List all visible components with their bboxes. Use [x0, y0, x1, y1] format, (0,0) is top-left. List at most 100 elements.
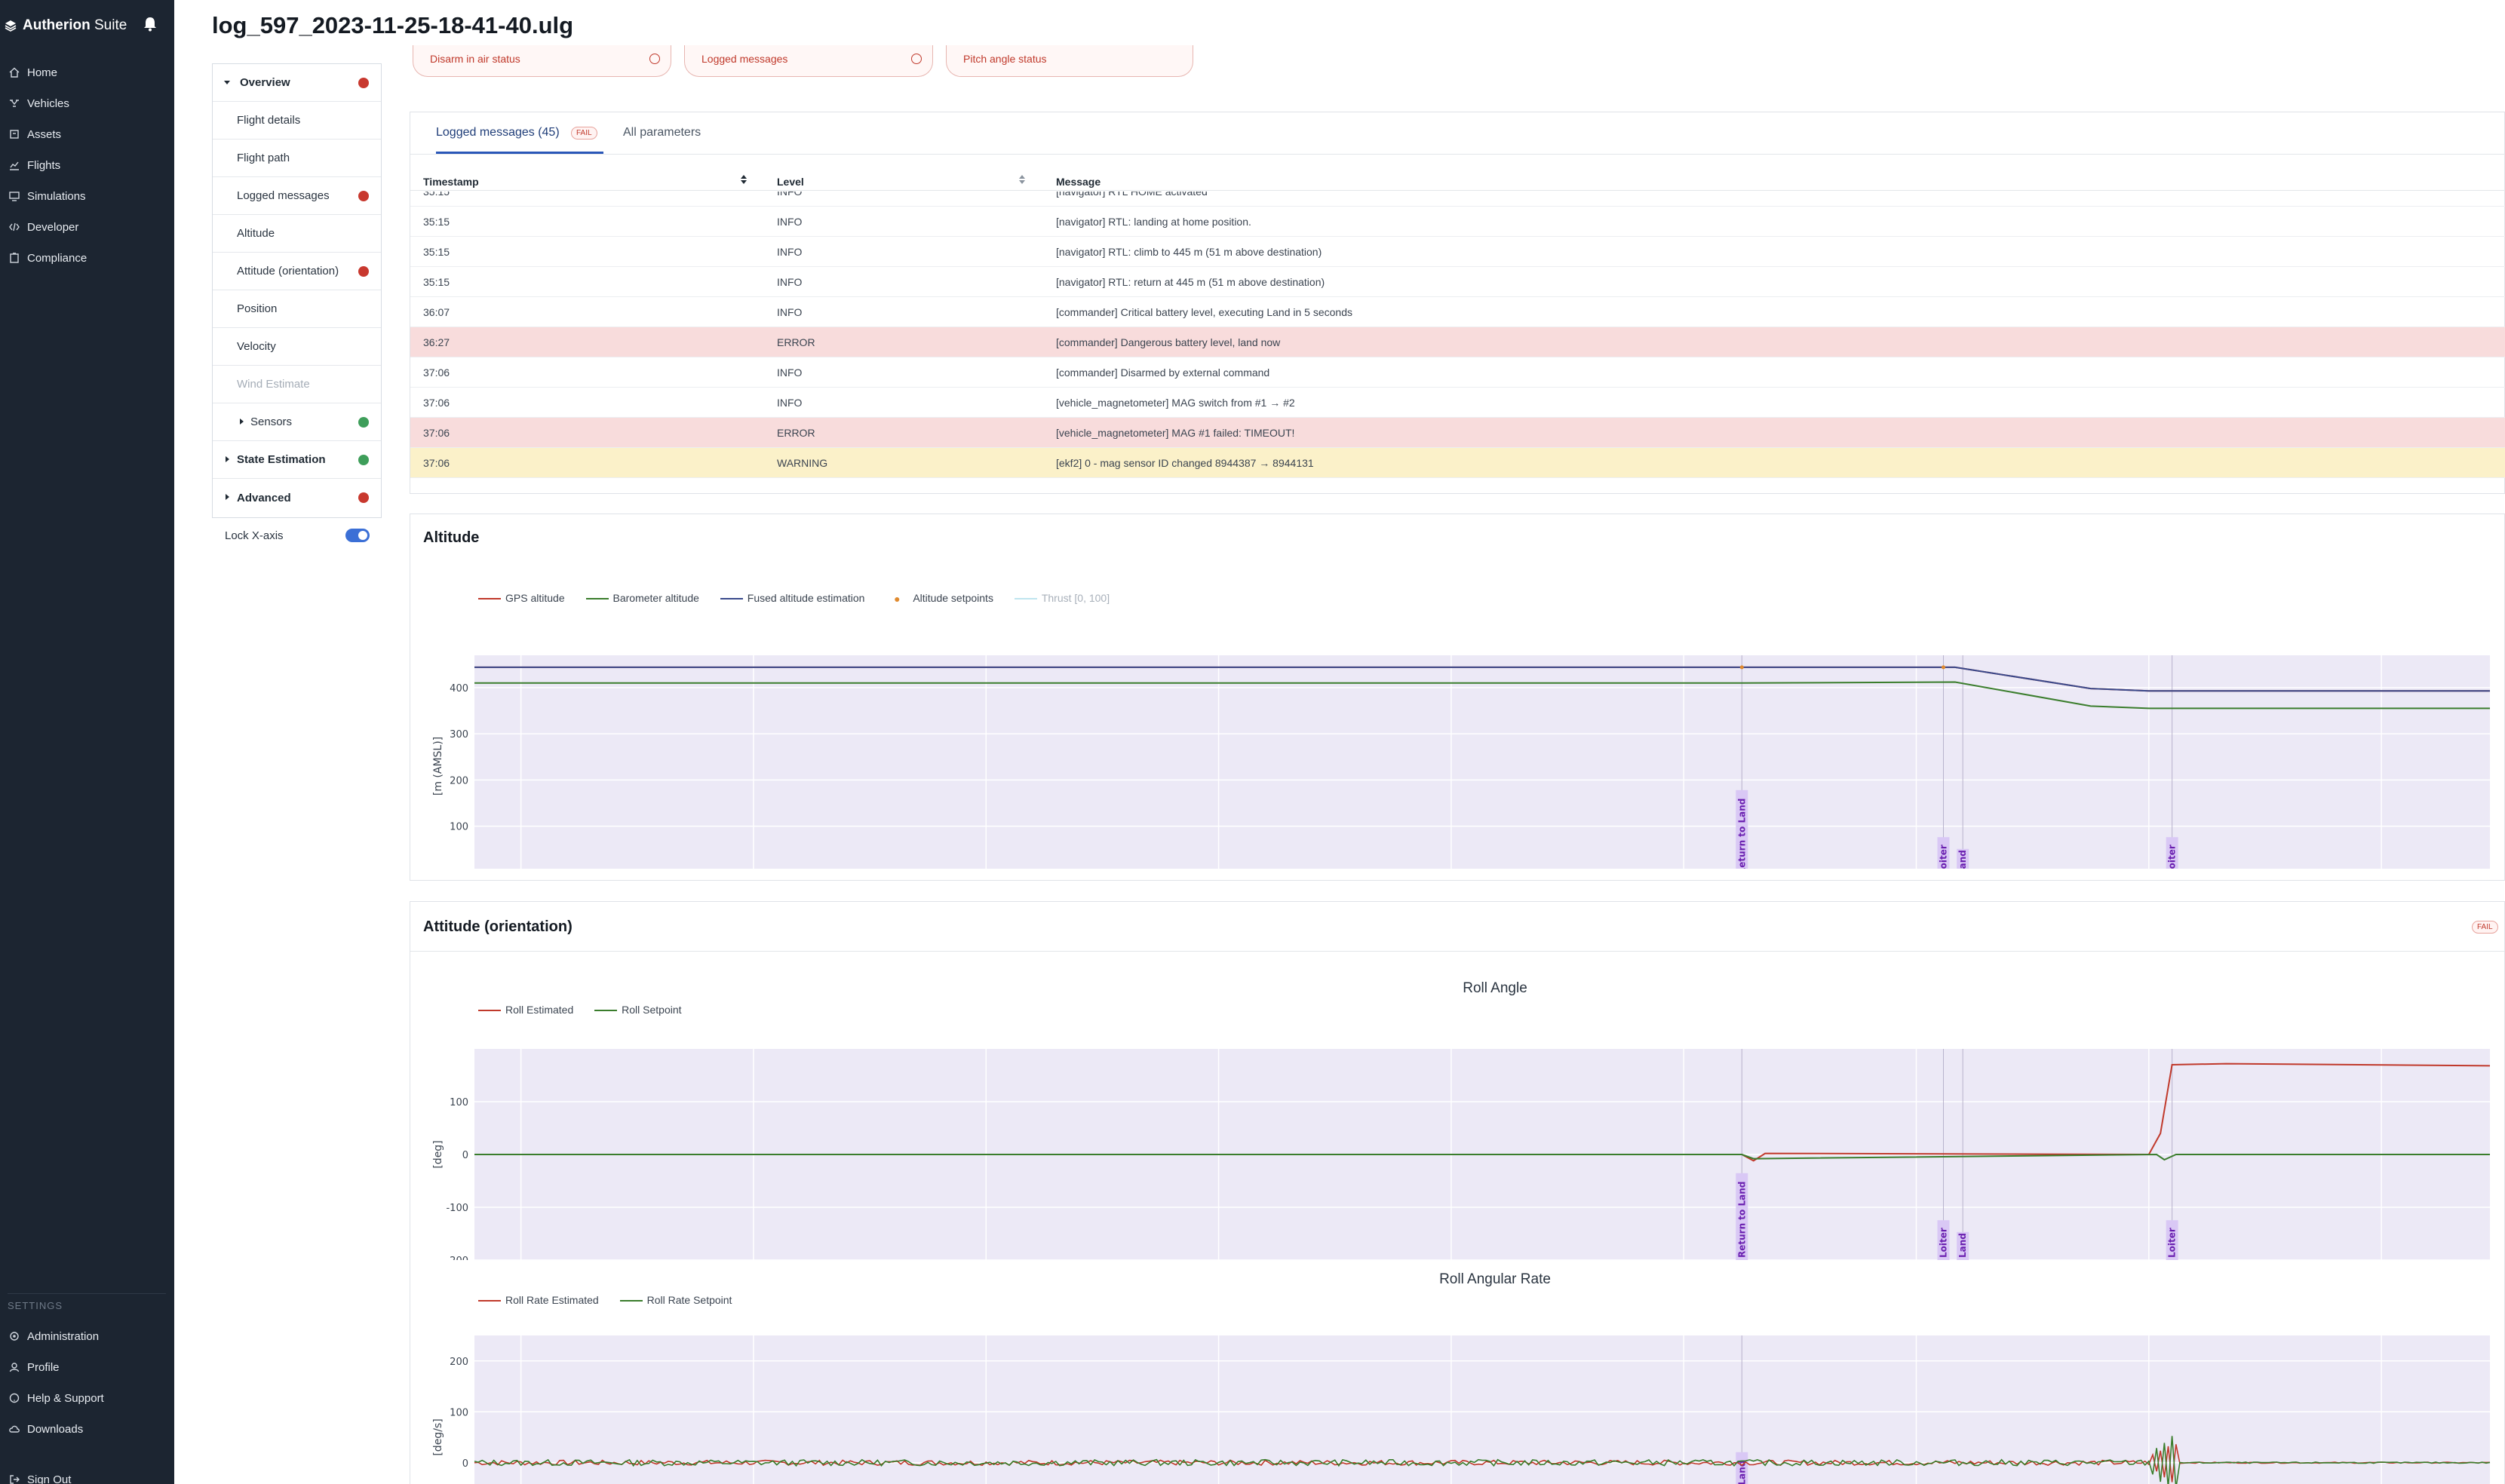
- table-row[interactable]: 35:15 INFO [navigator] RTL HOME activated: [410, 192, 2505, 207]
- cell-level: INFO: [777, 246, 803, 258]
- section-position[interactable]: Position: [213, 290, 381, 328]
- y-tick-label: 300: [450, 729, 468, 740]
- fail-badge: FAIL: [571, 127, 597, 140]
- lock-x-axis-toggle[interactable]: [345, 529, 370, 542]
- nav-assets[interactable]: Assets: [0, 119, 174, 149]
- nav-help[interactable]: Help & Support: [0, 1383, 174, 1413]
- fail-badge: FAIL: [2472, 921, 2498, 934]
- status-chip-pitch[interactable]: Pitch angle status: [946, 45, 1193, 77]
- nav-label: Help & Support: [27, 1391, 104, 1405]
- nav-vehicles[interactable]: Vehicles: [0, 88, 174, 118]
- table-row-error[interactable]: 37:06 ERROR [vehicle_magnetometer] MAG #1 …: [410, 418, 2505, 448]
- section-state-estimation[interactable]: State Estimation: [213, 441, 381, 479]
- cell-message: [ekf2] 0 - mag sensor ID changed 8944387…: [1056, 457, 1314, 469]
- cell-timestamp: 37:06: [423, 366, 450, 379]
- column-header-message[interactable]: Message: [1056, 176, 1101, 188]
- nav-label: Home: [27, 66, 58, 79]
- main-sidebar: Autherion Suite Home Vehicles Assets Fli…: [0, 0, 174, 1484]
- attitude-card: Attitude (orientation) FAIL Roll Angle R…: [410, 901, 2505, 1484]
- section-logged-messages[interactable]: Logged messages: [213, 177, 381, 215]
- nav-downloads[interactable]: Downloads: [0, 1414, 174, 1444]
- nav-simulations[interactable]: Simulations: [0, 181, 174, 211]
- section-label: Logged messages: [237, 189, 330, 202]
- box-icon: [10, 130, 19, 139]
- table-row[interactable]: 36:07 INFO [commander] Critical battery le…: [410, 297, 2505, 327]
- nav-administration[interactable]: Administration: [0, 1321, 174, 1351]
- card-title: Attitude (orientation): [423, 918, 573, 935]
- nav-flights[interactable]: Flights: [0, 150, 174, 180]
- page-title: log_597_2023-11-25-18-41-40.ulg: [212, 12, 574, 38]
- roll-rate-chart[interactable]: 30:0031:0032:0033:0034:0035:0036:0037:00…: [410, 1302, 2504, 1484]
- section-flight-path[interactable]: Flight path: [213, 140, 381, 177]
- roll-angle-chart[interactable]: 30:0031:0032:0033:0034:0035:0036:0037:00…: [410, 1011, 2504, 1260]
- cell-message: [commander] Dangerous battery level, lan…: [1056, 336, 1281, 348]
- nav-label: Flights: [27, 158, 61, 172]
- section-altitude[interactable]: Altitude: [213, 215, 381, 253]
- cell-timestamp: 37:06: [423, 397, 450, 409]
- y-tick-label: 100: [450, 1407, 468, 1418]
- section-attitude[interactable]: Attitude (orientation): [213, 253, 381, 290]
- table-row[interactable]: 37:06 INFO [vehicle_magnetometer] MAG swit…: [410, 388, 2505, 418]
- setpoint-point: [1739, 665, 1744, 670]
- chevron-right-icon: [226, 456, 229, 462]
- column-header-timestamp[interactable]: Timestamp: [423, 176, 479, 188]
- status-dot: [358, 191, 369, 201]
- section-label: Overview: [240, 76, 290, 89]
- sort-icon[interactable]: [1018, 174, 1026, 185]
- drone-icon: [10, 100, 19, 107]
- table-row-error[interactable]: 36:27 ERROR [commander] Dangerous battery …: [410, 327, 2505, 357]
- section-sensors[interactable]: Sensors: [213, 403, 381, 441]
- section-overview[interactable]: Overview: [213, 64, 381, 102]
- annotation-label: Loiter: [2167, 845, 2178, 869]
- section-wind-estimate: Wind Estimate: [213, 366, 381, 403]
- annotation-label: Land: [1957, 850, 1968, 869]
- autherion-logo-icon: [5, 20, 17, 32]
- report-section-nav: Overview Flight details Flight path Logg…: [212, 63, 382, 518]
- section-velocity[interactable]: Velocity: [213, 328, 381, 366]
- cell-message: [vehicle_magnetometer] MAG #1 failed: TI…: [1056, 427, 1295, 439]
- notification-bell-icon[interactable]: [143, 17, 157, 35]
- cell-timestamp: 35:15: [423, 276, 450, 288]
- table-row[interactable]: 35:15 INFO [navigator] RTL: landing at hom…: [410, 207, 2505, 237]
- nav-divider: [8, 1293, 166, 1294]
- nav-compliance[interactable]: Compliance: [0, 243, 174, 273]
- section-advanced[interactable]: Advanced: [213, 479, 381, 517]
- table-row-warning[interactable]: 37:06 WARNING [ekf2] 0 - mag sensor ID cha…: [410, 448, 2505, 478]
- cell-timestamp: 35:15: [423, 246, 450, 258]
- nav-home[interactable]: Home: [0, 57, 174, 87]
- brand[interactable]: Autherion Suite: [5, 17, 170, 35]
- table-row[interactable]: 37:06 INFO [commander] Disarmed by externa…: [410, 357, 2505, 388]
- status-chip-logged-messages[interactable]: Logged messages: [684, 45, 933, 77]
- section-flight-details[interactable]: Flight details: [213, 102, 381, 140]
- table-row[interactable]: 35:15 INFO [navigator] RTL: climb to 445 m…: [410, 237, 2505, 267]
- cell-message: [vehicle_magnetometer] MAG switch from #…: [1056, 397, 1295, 409]
- gear-icon: [10, 1332, 19, 1341]
- cell-level: INFO: [777, 397, 803, 409]
- nav-developer[interactable]: Developer: [0, 212, 174, 242]
- column-header-level[interactable]: Level: [777, 176, 804, 188]
- y-tick-label: 100: [450, 822, 468, 833]
- annotation-label: Return to Land: [1736, 799, 1747, 869]
- section-label: Altitude: [237, 227, 275, 240]
- nav-label: Assets: [27, 127, 62, 141]
- cloud-icon: [9, 1425, 20, 1433]
- annotation-label: Loiter: [1938, 845, 1948, 869]
- settings-heading: SETTINGS: [8, 1300, 63, 1311]
- nav-sign-out[interactable]: Sign Out: [0, 1464, 174, 1484]
- tab-all-parameters[interactable]: All parameters: [623, 126, 701, 140]
- y-tick-label: -100: [446, 1203, 468, 1214]
- tab-logged-messages[interactable]: Logged messages (45): [436, 126, 560, 140]
- nav-profile[interactable]: Profile: [0, 1352, 174, 1382]
- cell-level: ERROR: [777, 427, 815, 439]
- lock-x-axis-label: Lock X-axis: [225, 529, 284, 542]
- table-row[interactable]: 35:15 INFO [navigator] RTL: return at 445 …: [410, 267, 2505, 297]
- sort-icon[interactable]: [740, 174, 748, 185]
- altitude-card: Altitude GPS altitude Barometer altitude…: [410, 514, 2505, 881]
- card-title: Altitude: [423, 529, 480, 546]
- nav-label: Administration: [27, 1329, 100, 1343]
- altitude-chart[interactable]: 30:0031:0032:0033:0034:0035:0036:0037:00…: [410, 597, 2504, 869]
- status-chip-disarm[interactable]: Disarm in air status: [413, 45, 671, 77]
- cell-message: [navigator] RTL: landing at home positio…: [1056, 216, 1251, 228]
- brand-name: Autherion Suite: [23, 17, 127, 33]
- nav-label: Downloads: [27, 1422, 84, 1436]
